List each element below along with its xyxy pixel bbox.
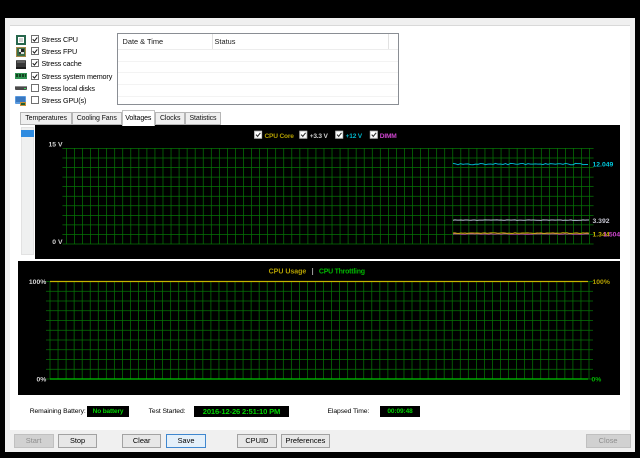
svg-text:12.049: 12.049 — [593, 162, 614, 169]
svg-text:1.504: 1.504 — [603, 231, 620, 238]
svg-text:+12 V: +12 V — [346, 133, 363, 140]
svg-text:100%: 100% — [593, 279, 610, 286]
svg-text:15 V: 15 V — [49, 142, 63, 149]
svg-text:DIMM: DIMM — [380, 133, 397, 140]
svg-text:|: | — [312, 268, 314, 275]
svg-text:CPU Usage: CPU Usage — [269, 268, 307, 275]
svg-text:3.392: 3.392 — [593, 218, 610, 225]
svg-text:100%: 100% — [29, 279, 46, 286]
svg-text:0%: 0% — [592, 377, 602, 384]
svg-text:CPU Core: CPU Core — [265, 133, 295, 140]
svg-text:0 V: 0 V — [52, 239, 63, 246]
svg-text:CPU Throttling: CPU Throttling — [319, 268, 365, 275]
svg-text:+3.3 V: +3.3 V — [310, 133, 329, 140]
svg-text:0%: 0% — [36, 377, 46, 384]
